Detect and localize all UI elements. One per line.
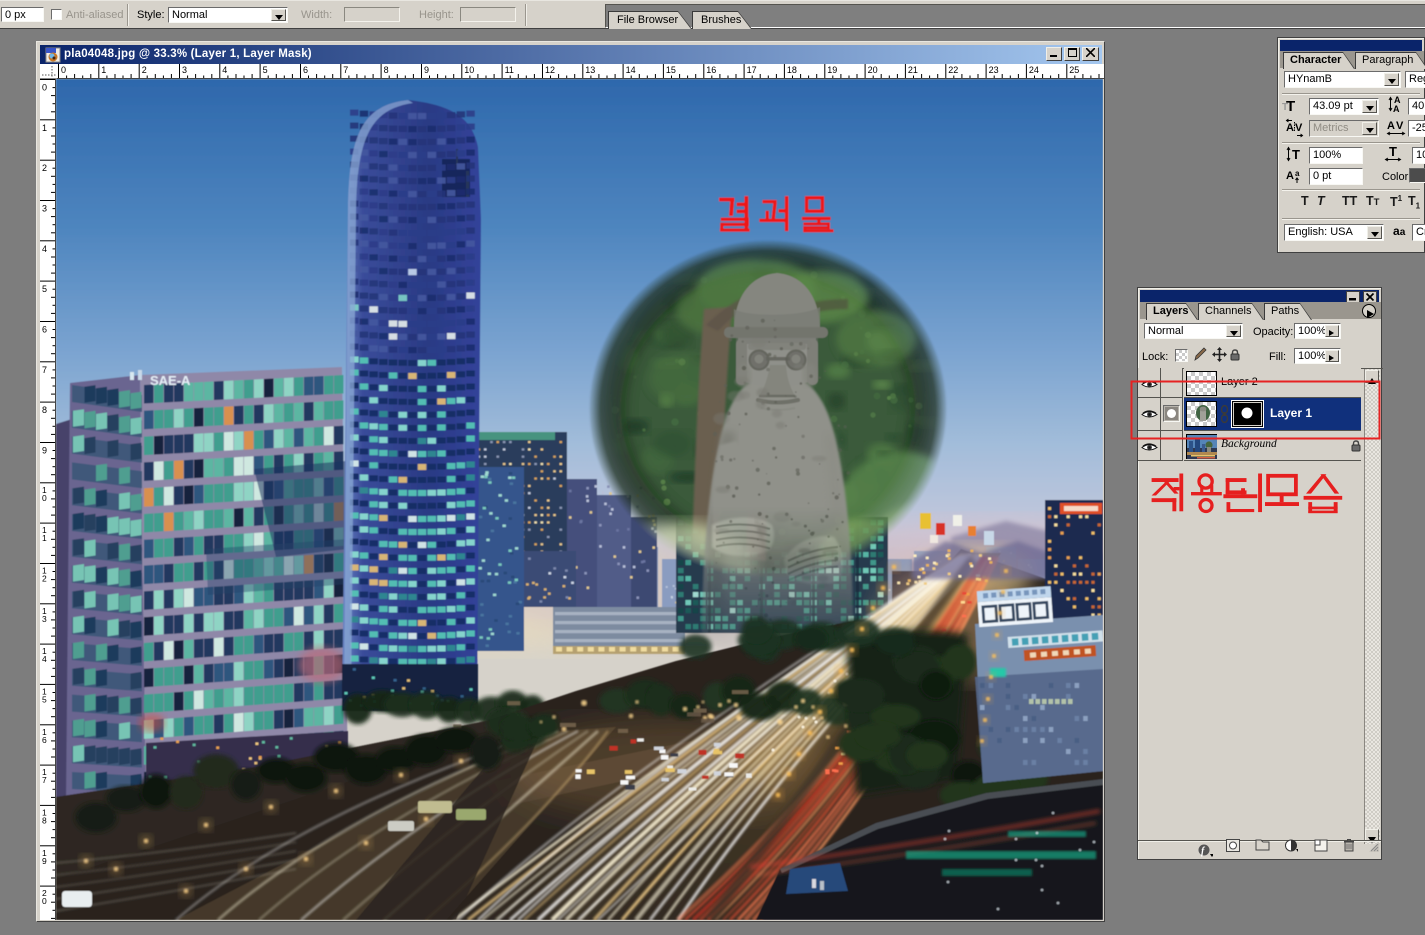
svg-text:21: 21 [908,65,918,75]
svg-text:23: 23 [989,65,999,75]
svg-text:5: 5 [42,284,47,294]
svg-text:10: 10 [464,65,474,75]
svg-text:8: 8 [384,65,389,75]
svg-text:V: V [1295,122,1303,134]
svg-text:22: 22 [948,65,958,75]
svg-text:17: 17 [747,65,757,75]
svg-text:19: 19 [827,65,837,75]
svg-text:a: a [1295,169,1300,178]
svg-text:2: 2 [42,574,47,584]
svg-text:7: 7 [343,65,348,75]
svg-text:6: 6 [42,325,47,335]
svg-text:4: 4 [42,654,47,664]
svg-text:SAE-A: SAE-A [150,373,191,388]
svg-text:3: 3 [182,65,187,75]
svg-text:5: 5 [42,694,47,704]
svg-text:4: 4 [222,65,227,75]
svg-text:0: 0 [42,896,47,906]
svg-text:1: 1 [42,123,47,133]
svg-text:11: 11 [505,65,514,75]
svg-text:A: A [1393,104,1400,113]
svg-text:4: 4 [42,244,47,254]
svg-text:6: 6 [303,65,308,75]
svg-text:6: 6 [42,735,47,745]
svg-text:25: 25 [1069,65,1079,75]
svg-text:7: 7 [42,775,47,785]
svg-text:14: 14 [626,65,636,75]
svg-text:A: A [1286,170,1294,182]
svg-text:2: 2 [42,163,47,173]
svg-text:16: 16 [706,65,716,75]
svg-text:T: T [1389,144,1397,159]
svg-text:12: 12 [545,65,555,75]
svg-text:0: 0 [61,65,66,75]
svg-text:8: 8 [42,815,47,825]
svg-text:0: 0 [42,493,47,503]
svg-text:3: 3 [42,204,47,214]
svg-text:1: 1 [42,533,47,543]
svg-text:3: 3 [42,614,47,624]
svg-text:V: V [1396,120,1404,132]
svg-text:18: 18 [787,65,797,75]
svg-text:A: A [1286,122,1294,134]
svg-text:9: 9 [42,446,47,456]
svg-text:7: 7 [42,365,47,375]
svg-text:20: 20 [868,65,878,75]
svg-text:2: 2 [142,65,147,75]
svg-text:24: 24 [1029,65,1039,75]
svg-text:13: 13 [585,65,595,75]
svg-text:15: 15 [666,65,676,75]
svg-text:A: A [1387,120,1395,132]
svg-text:T: T [1292,147,1300,162]
svg-text:1: 1 [101,65,106,75]
svg-text:9: 9 [42,856,47,866]
svg-text:9: 9 [424,65,429,75]
svg-text:5: 5 [263,65,268,75]
svg-text:8: 8 [42,405,47,415]
svg-text:0: 0 [42,83,47,93]
